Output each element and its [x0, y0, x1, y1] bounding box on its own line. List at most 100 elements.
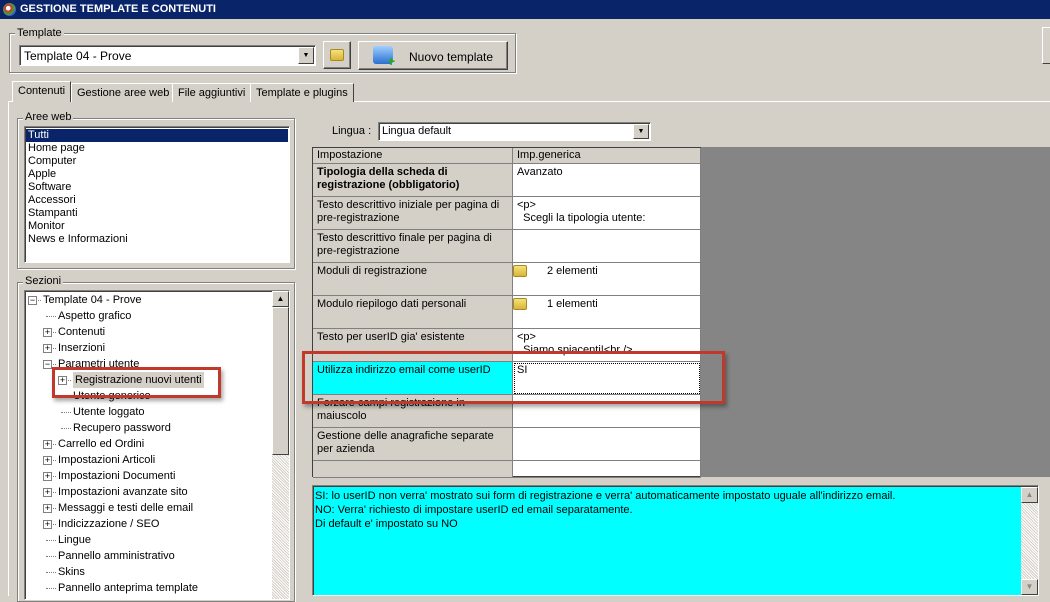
aree-web-item[interactable]: Software — [26, 181, 288, 194]
scroll-up-icon[interactable]: ▲ — [1021, 487, 1038, 503]
tree-item[interactable]: Indicizzazione / SEO — [58, 516, 160, 532]
folder-icon[interactable] — [513, 265, 527, 278]
expand-icon[interactable]: + — [43, 472, 52, 481]
settings-grid[interactable]: Impostazione Imp.generica Tipologia della … — [312, 147, 701, 478]
collapse-icon[interactable]: − — [28, 296, 37, 305]
highlight-box-grid — [302, 351, 725, 404]
tree-item[interactable]: Pannello amministrativo — [58, 548, 175, 564]
expand-icon[interactable]: + — [43, 328, 52, 337]
chevron-down-icon[interactable]: ▼ — [298, 47, 314, 64]
tree-scrollbar[interactable]: ▲ — [272, 291, 289, 599]
description-scrollbar[interactable]: ▲ ▼ — [1021, 487, 1038, 595]
lingua-select[interactable]: Lingua default — [378, 122, 651, 141]
setting-value[interactable]: <p> Scegli la tipologia utente: — [513, 197, 701, 230]
scroll-down-icon[interactable]: ▼ — [1021, 579, 1038, 595]
tree-line — [46, 556, 56, 557]
tree-line — [61, 428, 71, 429]
tree-item[interactable]: Inserzioni — [58, 340, 105, 356]
template-select[interactable]: Template 04 - Prove — [19, 45, 316, 66]
tree-line — [46, 588, 56, 589]
tab-template-e-plugins[interactable]: Template e plugins — [250, 83, 354, 102]
aree-web-item[interactable]: Stampanti — [26, 207, 288, 220]
tree-item[interactable]: Impostazioni Articoli — [58, 452, 155, 468]
aree-web-item[interactable]: Accessori — [26, 194, 288, 207]
folder-icon — [330, 49, 344, 61]
description-box: SI: lo userID non verra' mostrato sui fo… — [312, 485, 1039, 596]
highlight-box-tree — [52, 367, 221, 398]
tree-line — [46, 572, 56, 573]
tab-gestione-aree-web[interactable]: Gestione aree web — [71, 83, 176, 102]
expand-icon[interactable]: + — [43, 456, 52, 465]
setting-name[interactable]: Tipologia della scheda di registrazione … — [313, 164, 513, 197]
tree-item[interactable]: Impostazioni Documenti — [58, 468, 175, 484]
tree-line — [46, 540, 56, 541]
tab-label: Contenuti — [18, 85, 66, 97]
tree-item[interactable]: Skins — [58, 564, 85, 580]
setting-value-text: 2 elementi — [547, 265, 598, 277]
setting-name[interactable] — [313, 461, 513, 478]
expand-icon[interactable]: + — [43, 488, 52, 497]
tree-item[interactable]: Impostazioni avanzate sito — [58, 484, 188, 500]
new-template-label: Nuovo template — [409, 50, 494, 64]
setting-name[interactable]: Gestione delle anagrafiche separate per … — [313, 428, 513, 461]
description-line: SI: lo userID non verra' mostrato sui fo… — [315, 490, 896, 502]
setting-value-text: 1 elementi — [547, 298, 598, 310]
setting-value[interactable] — [513, 428, 701, 461]
tree-line — [46, 316, 56, 317]
aree-web-item[interactable]: News e Informazioni — [26, 233, 288, 246]
setting-name[interactable]: Testo descrittivo iniziale per pagina di… — [313, 197, 513, 230]
tree-item[interactable]: Aspetto grafico — [58, 308, 131, 324]
tree-item[interactable]: Utente loggato — [73, 404, 145, 420]
tree-item[interactable]: Contenuti — [58, 324, 105, 340]
aree-web-list[interactable]: Tutti Home page Computer Apple Software Acces… — [24, 126, 290, 263]
setting-value[interactable] — [513, 461, 701, 478]
window-title: GESTIONE TEMPLATE E CONTENUTI — [0, 0, 1050, 19]
setting-name[interactable]: Moduli di registrazione — [313, 263, 513, 296]
expand-icon[interactable]: + — [43, 520, 52, 529]
chevron-down-icon[interactable]: ▼ — [633, 124, 649, 139]
template-group-label: Template — [15, 27, 64, 39]
setting-name[interactable]: Modulo riepilogo dati personali — [313, 296, 513, 329]
description-line: NO: Verra' richiesto di impostare userID… — [315, 504, 633, 516]
setting-value[interactable]: Avanzato — [513, 164, 701, 197]
aree-web-item[interactable]: Home page — [26, 142, 288, 155]
tree-item[interactable]: Carrello ed Ordini — [58, 436, 144, 452]
tree-item[interactable]: Lingue — [58, 532, 91, 548]
setting-value[interactable]: 2 elementi — [513, 263, 701, 296]
open-folder-button[interactable] — [323, 41, 351, 69]
aree-web-item[interactable]: Monitor — [26, 220, 288, 233]
expand-icon[interactable]: + — [43, 440, 52, 449]
template-select-value: Template 04 - Prove — [24, 49, 132, 63]
lingua-select-value: Lingua default — [382, 125, 452, 137]
tab-label: Template e plugins — [256, 87, 348, 99]
tree-item[interactable]: Recupero password — [73, 420, 171, 436]
setting-name[interactable]: Testo descrittivo finale per pagina di p… — [313, 230, 513, 263]
setting-value[interactable] — [513, 230, 701, 263]
aree-web-item[interactable]: Computer — [26, 155, 288, 168]
aree-web-item[interactable]: Tutti — [26, 129, 288, 142]
expand-icon[interactable]: + — [43, 344, 52, 353]
tree-line — [61, 412, 71, 413]
lingua-label: Lingua : — [332, 125, 372, 137]
app-logo-icon — [3, 3, 16, 16]
partial-button[interactable] — [1042, 27, 1050, 64]
scroll-up-icon[interactable]: ▲ — [272, 291, 289, 307]
expand-icon[interactable]: + — [43, 504, 52, 513]
setting-value[interactable]: 1 elementi — [513, 296, 701, 329]
tab-contenuti[interactable]: Contenuti — [12, 81, 72, 102]
tree-item[interactable]: Pannello anteprima template — [58, 580, 198, 596]
tab-label: Gestione aree web — [77, 87, 170, 99]
aree-web-label: Aree web — [23, 111, 74, 123]
new-template-button[interactable]: + Nuovo template — [358, 41, 508, 70]
aree-web-item[interactable]: Apple — [26, 168, 288, 181]
sezioni-tree[interactable]: ▲ Template 04 - Prove − Aspetto grafico Con… — [24, 290, 290, 600]
tree-item[interactable]: Messaggi e testi delle email — [58, 500, 193, 516]
tab-file-aggiuntivi[interactable]: File aggiuntivi — [172, 83, 252, 102]
column-header[interactable]: Impostazione — [313, 148, 513, 164]
grid-empty-area — [701, 147, 1050, 477]
tree-item[interactable]: Template 04 - Prove — [43, 292, 141, 308]
collapse-icon[interactable]: − — [43, 360, 52, 369]
column-header[interactable]: Imp.generica — [513, 148, 701, 164]
scrollbar-thumb[interactable] — [272, 307, 289, 455]
folder-icon[interactable] — [513, 298, 527, 311]
